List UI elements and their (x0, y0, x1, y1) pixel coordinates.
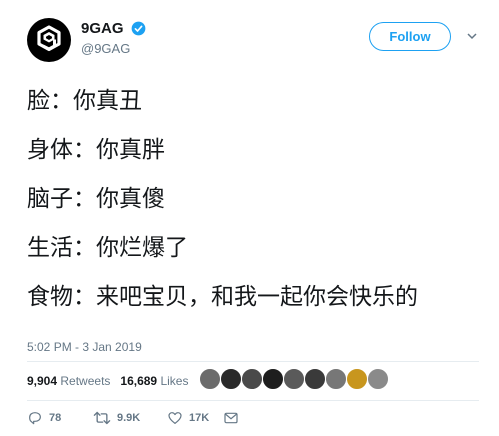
retweets-label: Retweets (60, 374, 111, 388)
9gag-logo-icon (37, 25, 61, 52)
liker-avatar[interactable] (325, 368, 347, 390)
tweet-stats: 9,904 Retweets 16,689 Likes (27, 374, 188, 388)
liker-avatar[interactable] (220, 368, 242, 390)
liker-avatar[interactable] (283, 368, 305, 390)
reply-button[interactable]: 78 (27, 410, 61, 426)
user-name-block: 9GAG @9GAG (81, 20, 146, 56)
follow-button[interactable]: Follow (369, 22, 451, 51)
liker-avatar[interactable] (346, 368, 368, 390)
reply-count: 78 (49, 412, 62, 425)
tweet-line: 生活：你烂爆了 (27, 235, 188, 261)
tweet-line: 脸：你真丑 (27, 88, 142, 114)
likes-stat[interactable]: 16,689 Likes (120, 374, 188, 388)
tweet-line: 身体：你真胖 (27, 137, 165, 163)
retweet-icon (93, 411, 111, 425)
retweet-count: 9.9K (117, 412, 141, 425)
tweet-timestamp[interactable]: 5:02 PM - 3 Jan 2019 (27, 340, 142, 354)
user-handle[interactable]: @9GAG (81, 41, 146, 56)
retweets-count: 9,904 (27, 374, 58, 388)
direct-message-button[interactable] (223, 410, 239, 426)
tweet-line: 食物：来吧宝贝，和我一起你会快乐的 (27, 284, 418, 310)
likes-count: 16,689 (120, 374, 158, 388)
reply-icon (29, 412, 41, 425)
display-name[interactable]: 9GAG (81, 20, 124, 37)
avatar[interactable] (27, 18, 71, 62)
retweet-button[interactable]: 9.9K (93, 410, 140, 426)
liker-avatar[interactable] (241, 368, 263, 390)
likes-label: Likes (160, 374, 189, 388)
liker-avatar[interactable] (367, 368, 389, 390)
liker-avatar[interactable] (262, 368, 284, 390)
like-count: 17K (189, 412, 210, 425)
divider (27, 400, 479, 401)
like-button[interactable]: 17K (167, 410, 209, 426)
heart-icon (168, 412, 182, 425)
tweet-header: 9GAG @9GAG Follow (27, 16, 487, 64)
verified-badge-icon (131, 21, 146, 36)
tweet-line: 脑子：你真傻 (27, 186, 165, 212)
tweet-actions: 78 9.9K 17K (27, 410, 479, 426)
liker-avatar[interactable] (304, 368, 326, 390)
chevron-down-icon[interactable] (466, 30, 478, 42)
retweets-stat[interactable]: 9,904 Retweets (27, 374, 110, 388)
envelope-icon (224, 412, 238, 424)
divider (27, 361, 479, 362)
liker-avatar[interactable] (199, 368, 221, 390)
tweet-text: 脸：你真丑 身体：你真胖 脑子：你真傻 生活：你烂爆了 食物：来吧宝贝，和我一起… (27, 88, 418, 333)
